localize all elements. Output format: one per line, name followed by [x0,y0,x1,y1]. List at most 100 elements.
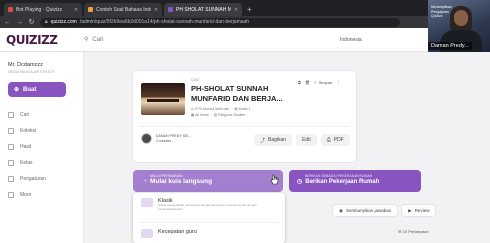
search-icon: ⚲ [84,37,89,43]
chart-icon [8,143,14,150]
play-icon: ◔ [143,178,147,185]
mode-option-teacher-paced[interactable]: Kecepatan guru [133,224,285,243]
tab-favicon [8,7,13,12]
quiz-top-actions: ⧉ 🗑︎ ⚐ Simpan ⋮ [298,80,340,85]
sidebar-item-kelas[interactable]: Kelas [8,155,83,170]
url-host: quizizz.com [50,19,77,25]
close-icon[interactable]: ✕ [234,7,238,13]
lock-icon: 🔒︎ [45,19,48,25]
screen: { "browser": { "tabs": [ {"label": "Bot … [0,0,490,243]
edit-button[interactable]: Edit [296,134,317,146]
trash-icon[interactable]: 🗑︎ [305,80,310,85]
homework-button[interactable]: BERIKAN SEBAGAI PEKERJAAN RUMAH ◷ Berikan… [289,170,421,192]
live-quiz-label: Mulai kuis langsung [149,178,213,185]
card-divider [139,126,350,127]
teacher-mode-icon [141,229,153,238]
sidebar-item-pengaturan[interactable]: Pengaturan [8,171,83,186]
quizizz-logo[interactable]: QUIZIZZ [6,33,84,47]
folder-icon [8,127,14,134]
search-icon [8,111,14,118]
quiz-meta-level: Kelas 1 [238,107,251,111]
search-input[interactable]: Cari [92,37,103,43]
close-icon[interactable]: ✕ [154,7,158,13]
sidebar-nav: Cari Koleksi Hasil Kelas Pengaturan More [8,107,83,202]
sidebar-item-cari[interactable]: Cari [8,107,83,122]
webcam-overlay-text: Menampilkan Pengajaran Quizizz [431,5,452,18]
grade-icon: ▦ [191,113,195,117]
browser-tab[interactable]: Contoh Soal Bahasa Indonesia K✕ [84,3,162,16]
share-button[interactable]: ⤴ Bagikan [254,134,293,146]
create-button-label: Buat [23,86,37,93]
save-label: Simpan [318,80,333,85]
browser-tab[interactable]: PH SHOLAT SUNNAH MUNFARID✕ [164,3,242,16]
play-icon: ▶ [408,207,412,213]
sidebar-item-more[interactable]: More [8,187,83,202]
new-tab-icon[interactable]: + [244,3,255,16]
quiz-type-label: QUIZ [191,78,200,82]
sidebar-item-label: Hasil [20,143,32,150]
toggle-answers-button[interactable]: ◉ Sembunyikan jawaban [333,205,398,216]
question-count: ☰ 10 Pertanyaan [398,229,429,234]
live-quiz-button[interactable]: MULAI PERMAINAN ◔ Mulai kuis langsung [133,170,283,192]
more-icon[interactable]: ⋮ [336,80,340,85]
dropdown-divider [139,222,279,223]
quiz-card: QUIZ PH-SHOLAT SUNNAH MUNFARID DAN BERJA… [133,71,356,162]
edit-label: Edit [302,137,311,143]
sidebar-item-label: Pengaturan [20,175,46,182]
tab-favicon [88,7,93,12]
sidebar: Mr. Dcdamzzz MEDIA MENGAJAR KREATIF ⊕ Bu… [0,52,84,243]
user-name: Mr. Dcdamzzz [8,62,43,68]
eye-off-icon: ◉ [339,207,343,213]
forward-icon[interactable]: → [16,19,23,26]
copy-icon[interactable]: ⧉ [298,80,301,85]
search-box[interactable]: ⚲ Cari [84,36,103,44]
tab-label: Contoh Soal Bahasa Indonesia K [96,6,151,13]
sidebar-item-label: Koleksi [20,127,37,134]
sidebar-item-label: More [20,191,32,198]
save-button[interactable]: ⚐ Simpan [314,80,332,85]
level-icon: ▤ [234,107,238,111]
clock-icon: ◷ [297,179,303,185]
webcam-name-tag: Daman Predy... [428,42,472,50]
mode-option-classic[interactable]: Klasik Siswa mengerjakan pertanyaan deng… [133,193,285,215]
quiz-meta-row-1: ⊙ 27% Muncul lebih dari · ▤ Kelas 1 [191,107,251,111]
reload-icon[interactable]: ↻ [28,18,35,26]
sidebar-item-label: Cari [20,111,30,118]
creator-name: DAMAN PREDY SSI... [156,133,192,138]
quiz-meta-subject: Religious Studies [218,113,246,117]
share-icon: ⤴ [260,137,266,144]
live-mode-dropdown: Klasik Siswa mengerjakan pertanyaan deng… [133,193,285,243]
share-label: Bagikan [268,137,287,143]
sidebar-item-hasil[interactable]: Hasil [8,139,83,154]
mode-option-title: Kecepatan guru [158,229,197,235]
sidebar-item-koleksi[interactable]: Koleksi [8,123,83,138]
homework-sublabel: BERIKAN SEBAGAI PEKERJAAN RUMAH [305,174,373,178]
browser-tab-bar: Bot Playing · Quizizz ✕ Contoh Soal Bahasa… [0,0,490,16]
quiz-actions: ⤴ Bagikan Edit ⎙ PDF [254,134,350,146]
tab-label: PH SHOLAT SUNNAH MUNFARID [176,6,231,13]
user-subtitle: MEDIA MENGAJAR KREATIF [8,70,55,74]
browser-tab[interactable]: Bot Playing · Quizizz ✕ [4,3,82,16]
back-icon[interactable]: ← [4,19,11,26]
url-path: /admin/quiz/5f2b9ea6b2d001a14/ph-sholat-… [79,19,250,25]
class-icon [8,159,14,166]
address-bar[interactable]: 🔒︎ quizizz.com /admin/quiz/5f2b9ea6b2d00… [40,17,400,27]
create-button[interactable]: ⊕ Buat [8,82,66,97]
question-count-label: 10 Pertanyaan [402,229,429,234]
pdf-label: PDF [333,137,344,143]
questions-icon: ⊙ [191,107,194,111]
close-icon[interactable]: ✕ [74,7,78,13]
print-icon: ⎙ [326,137,331,143]
plus-icon: ⊕ [14,87,20,93]
classic-mode-icon [141,198,153,207]
list-icon: ☰ [398,229,402,234]
creator-info: DAMAN PREDY SSI... 2 minutes [141,133,191,144]
tab-favicon [168,7,173,12]
language-selector[interactable]: Indonesia [340,37,362,43]
pdf-button[interactable]: ⎙ PDF [320,134,350,146]
preview-button[interactable]: ▶ Review [402,205,436,216]
app-header: QUIZIZZ ⚲ Cari Indonesia [0,28,490,52]
homework-label: Berikan Pekerjaan Rumah [305,178,380,185]
avatar[interactable] [141,133,152,144]
tab-label: Bot Playing · Quizizz [16,6,63,13]
